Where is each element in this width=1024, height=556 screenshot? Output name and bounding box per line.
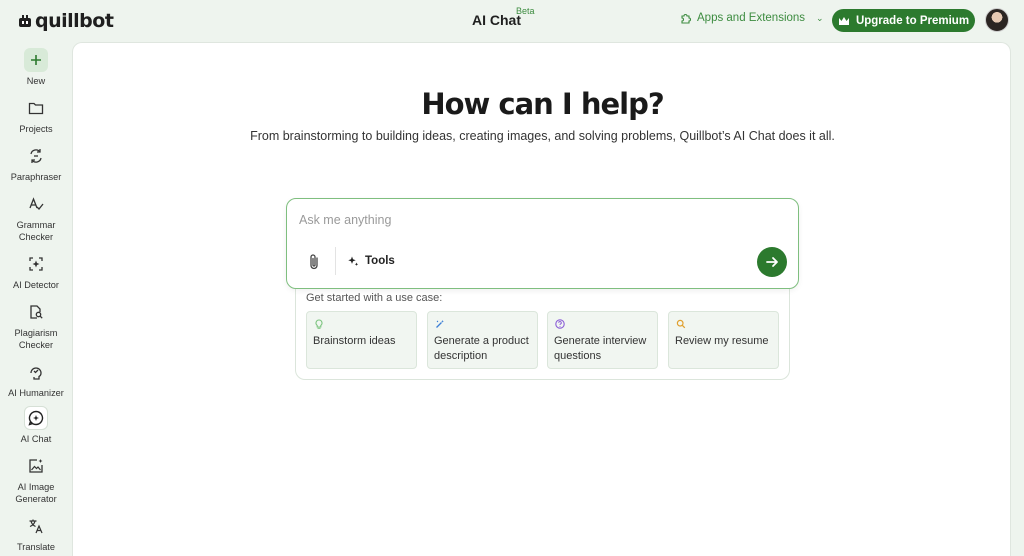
sidebar-item-paraphraser[interactable]: Paraphraser <box>0 144 72 183</box>
sidebar-item-translate[interactable]: Translate <box>0 514 72 553</box>
sidebar: New Projects Paraphraser Grammar Checker… <box>0 42 72 556</box>
logo-text: quillbot <box>35 10 114 32</box>
chat-input[interactable] <box>299 213 779 227</box>
tools-label: Tools <box>365 255 395 267</box>
puzzle-icon <box>681 14 691 24</box>
apps-extensions-label: Apps and Extensions <box>697 12 806 24</box>
chevron-down-icon: ⌄ <box>816 12 824 23</box>
sidebar-item-grammar-checker[interactable]: Grammar Checker <box>0 192 72 243</box>
usecase-card-product-description[interactable]: Generate a product description <box>427 311 538 369</box>
ai-detector-icon <box>24 252 48 276</box>
page-title: AI Chat <box>472 12 521 28</box>
upgrade-premium-button[interactable]: Upgrade to Premium <box>832 9 975 32</box>
usecase-label: Review my resume <box>675 335 769 347</box>
sidebar-item-ai-detector[interactable]: AI Detector <box>0 252 72 291</box>
sidebar-item-label: New <box>26 76 46 86</box>
magnifier-icon <box>676 319 686 329</box>
usecase-label: Generate interview questions <box>554 335 647 362</box>
paperclip-icon[interactable] <box>305 252 323 272</box>
chat-input-box: Tools <box>286 198 799 289</box>
sidebar-item-ai-image-generator[interactable]: AI Image Generator <box>0 454 72 505</box>
lightbulb-icon <box>315 319 323 329</box>
main-panel: How can I help? From brainstorming to bu… <box>72 42 1011 556</box>
quillbot-logo[interactable]: quillbot <box>18 10 114 32</box>
folder-icon <box>24 96 48 120</box>
apps-extensions-menu[interactable]: Apps and Extensions ⌄ <box>680 12 824 24</box>
plus-icon <box>24 48 48 72</box>
sidebar-item-label: Translate <box>17 542 55 552</box>
sidebar-item-label: Paraphraser <box>10 172 62 182</box>
top-bar: quillbot AI Chat Beta Apps and Extension… <box>0 0 1024 42</box>
subheadline: From brainstorming to building ideas, cr… <box>250 129 835 143</box>
sparkle-icon <box>348 256 359 266</box>
question-icon <box>555 319 565 329</box>
sidebar-item-label: Projects <box>19 124 53 134</box>
sidebar-item-label: Plagiarism Checker <box>14 328 58 350</box>
tools-button[interactable]: Tools <box>347 255 395 267</box>
chat-icon <box>24 406 48 430</box>
sidebar-item-projects[interactable]: Projects <box>0 96 72 135</box>
sidebar-item-label: AI Detector <box>13 280 59 290</box>
paraphraser-icon <box>24 144 48 168</box>
usecase-card-interview-questions[interactable]: Generate interview questions <box>547 311 658 369</box>
quillbot-logo-icon <box>19 15 31 27</box>
sidebar-item-new[interactable]: New <box>0 48 72 87</box>
sidebar-item-plagiarism-checker[interactable]: Plagiarism Checker <box>0 300 72 351</box>
image-generator-icon <box>24 454 48 478</box>
sidebar-item-label: Grammar Checker <box>16 220 56 242</box>
sidebar-item-ai-chat[interactable]: AI Chat <box>0 406 72 445</box>
crown-icon <box>838 16 849 25</box>
usecase-card-review-resume[interactable]: Review my resume <box>668 311 779 369</box>
translate-icon <box>24 514 48 538</box>
upgrade-premium-label: Upgrade to Premium <box>855 14 970 27</box>
grammar-check-icon <box>24 192 48 216</box>
user-avatar[interactable] <box>985 8 1009 32</box>
usecase-panel: Get started with a use case: Brainstorm … <box>295 283 790 380</box>
sidebar-item-label: AI Image Generator <box>15 482 57 504</box>
usecase-label: Generate a product description <box>434 335 529 362</box>
humanizer-icon <box>24 360 48 384</box>
beta-badge: Beta <box>516 6 535 16</box>
arrow-right-icon <box>766 257 778 267</box>
usecase-label: Brainstorm ideas <box>313 335 396 347</box>
send-button[interactable] <box>757 247 787 277</box>
toolbar-divider <box>335 247 336 275</box>
magic-wand-icon <box>436 320 444 328</box>
sidebar-item-ai-humanizer[interactable]: AI Humanizer <box>0 360 72 399</box>
usecase-title: Get started with a use case: <box>306 292 443 304</box>
plagiarism-icon <box>24 300 48 324</box>
headline: How can I help? <box>421 87 664 121</box>
sidebar-item-label: AI Humanizer <box>8 388 64 398</box>
usecase-card-brainstorm[interactable]: Brainstorm ideas <box>306 311 417 369</box>
sidebar-item-label: AI Chat <box>20 434 52 444</box>
